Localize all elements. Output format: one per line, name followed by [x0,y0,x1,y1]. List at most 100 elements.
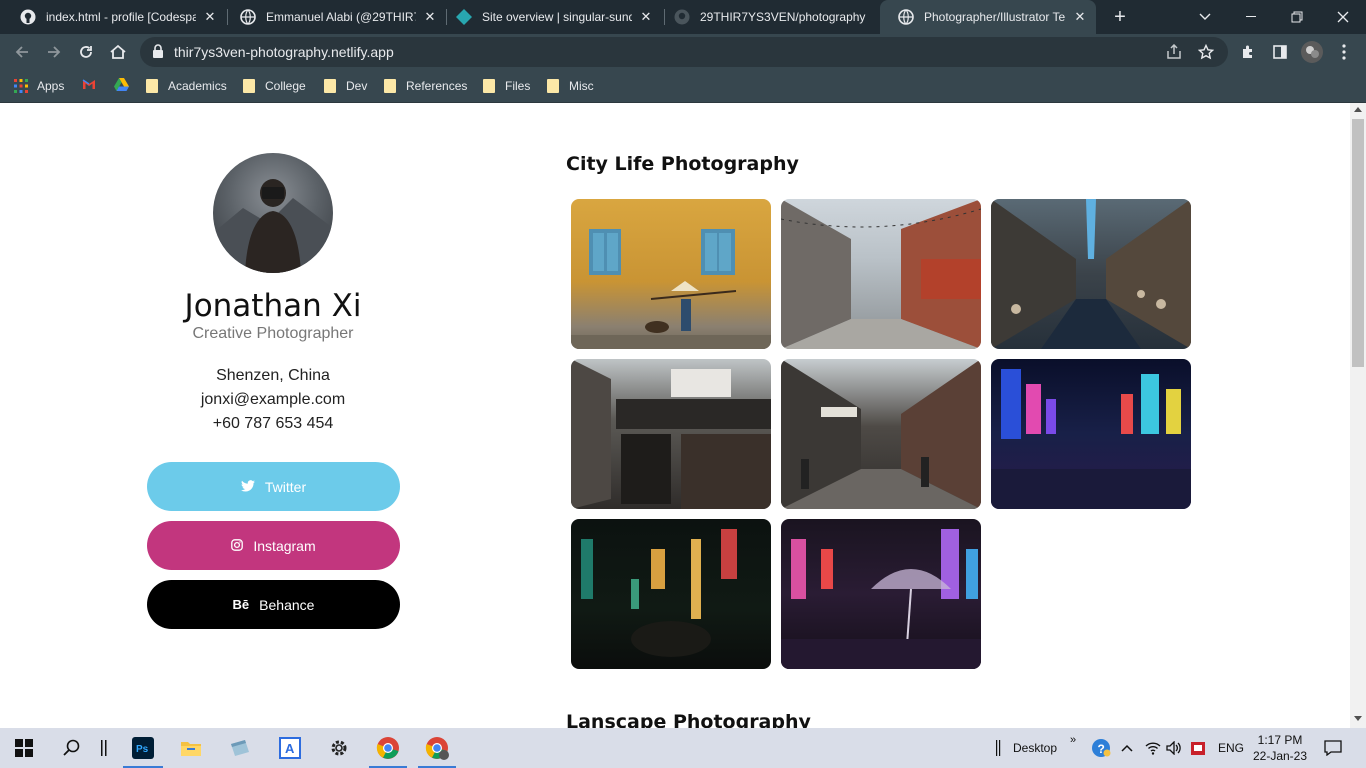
forward-button[interactable] [40,38,68,66]
globe-icon [240,9,256,25]
page-scrollbar[interactable] [1350,103,1366,728]
bookmark-label: Files [505,79,531,93]
gallery-photo[interactable] [991,359,1191,509]
back-button[interactable] [8,38,36,66]
bookmark-label: Misc [569,79,594,93]
typography-app-icon[interactable]: A [276,734,304,762]
apps-grid-icon [14,79,28,93]
windows-taskbar: Ps A Desktop » ? ENG 1:17 PM 22-Jan-23 [0,728,1366,768]
profile-email[interactable]: jonxi@example.com [140,391,406,409]
photoshop-icon[interactable]: Ps [129,734,157,762]
tab-title: Site overview | singular-sundae [482,10,632,24]
gallery-photo[interactable] [571,519,771,669]
clock[interactable]: 1:17 PM 22-Jan-23 [1252,728,1308,768]
folder-icon [384,79,396,93]
close-icon[interactable]: ✕ [1072,9,1088,25]
clock-date: 22-Jan-23 [1252,749,1308,763]
antivirus-icon[interactable] [1190,728,1206,768]
scroll-down-arrow-icon[interactable] [1354,716,1362,721]
bookmark-folder-college[interactable]: College [243,77,306,95]
gallery-photo[interactable] [991,199,1191,349]
lock-icon[interactable] [152,44,164,63]
help-icon[interactable]: ? [1091,728,1111,768]
bookmark-folder-references[interactable]: References [384,77,467,95]
menu-icon[interactable] [1330,38,1358,66]
url-text: thir7ys3ven-photography.netlify.app [174,44,394,60]
tab-title: index.html - profile [Codespaces] [46,10,196,24]
tab-twitter-profile[interactable]: Emmanuel Alabi (@29THIR7YS3VEN) ✕ [222,0,446,34]
instagram-button[interactable]: Instagram [147,521,400,570]
folder-icon [547,79,559,93]
wifi-icon[interactable] [1145,728,1161,768]
gallery-photo[interactable] [571,199,771,349]
search-icon[interactable] [58,734,86,762]
side-panel-icon[interactable] [1266,38,1294,66]
windows-start-icon[interactable] [10,734,38,762]
profile-avatar[interactable] [1298,38,1326,66]
profile-location: Shenzen, China [216,367,330,384]
chrome-icon[interactable] [374,734,402,762]
tab-github-repo[interactable]: 29THIR7YS3VEN/photography [656,0,880,34]
tab-search-icon[interactable] [1182,0,1228,34]
restore-button[interactable] [1274,0,1320,34]
gallery-photo[interactable] [781,519,981,669]
netlify-icon [456,9,472,25]
tab-codespaces[interactable]: index.html - profile [Codespaces] ✕ [2,0,226,34]
behance-icon: Bē [232,597,250,612]
gallery-photo[interactable] [781,199,981,349]
gallery-photo[interactable] [781,359,981,509]
bookmarks-bar: Apps Academics College Dev References Fi… [0,70,1366,103]
tab-title: 29THIR7YS3VEN/photography [700,10,866,24]
profile-phone[interactable]: +60 787 653 454 [140,415,406,433]
bookmark-folder-misc[interactable]: Misc [547,77,594,95]
bookmark-folder-dev[interactable]: Dev [324,77,367,95]
behance-button[interactable]: Bē Behance [147,580,400,629]
bookmark-star-icon[interactable] [1197,43,1215,65]
svg-text:A: A [285,741,295,756]
settings-gear-icon[interactable] [325,734,353,762]
bookmark-gmail[interactable] [82,77,96,95]
new-tab-button[interactable]: + [1108,5,1132,29]
twitter-button[interactable]: Twitter [147,462,400,511]
notifications-icon[interactable] [1324,728,1342,768]
close-icon[interactable]: ✕ [202,9,218,25]
extensions-icon[interactable] [1234,38,1262,66]
close-icon[interactable]: ✕ [422,9,438,25]
language-indicator[interactable]: ENG [1218,728,1244,768]
scroll-up-arrow-icon[interactable] [1354,107,1362,112]
instagram-label: Instagram [253,537,316,554]
gmail-icon [82,79,96,93]
volume-icon[interactable] [1166,728,1182,768]
desktop-toolbar-label[interactable]: Desktop [1013,728,1057,768]
task-view-icon[interactable] [90,734,118,762]
bookmark-folder-academics[interactable]: Academics [146,77,227,95]
home-button[interactable] [104,38,132,66]
tab-strip: index.html - profile [Codespaces] ✕ Emma… [0,0,1366,34]
file-explorer-icon[interactable] [177,734,205,762]
bookmark-label: References [406,79,468,93]
twitter-label: Twitter [264,478,307,495]
tab-netlify[interactable]: Site overview | singular-sundae ✕ [438,0,662,34]
scrollbar-thumb[interactable] [1352,119,1364,367]
close-window-button[interactable] [1320,0,1366,34]
bookmark-apps[interactable]: Apps [14,77,64,95]
bookmark-label: College [265,79,306,93]
bookmark-drive[interactable] [114,77,129,95]
reload-button[interactable] [72,38,100,66]
bookmark-label: Academics [168,79,227,93]
bookmark-label: Dev [346,79,368,93]
tab-photographer-template[interactable]: Photographer/Illustrator Template ✕ [880,0,1096,34]
close-icon[interactable]: ✕ [638,9,654,25]
notes-app-icon[interactable] [226,734,254,762]
share-icon[interactable] [1166,43,1182,65]
bookmark-folder-files[interactable]: Files [483,77,530,95]
folder-icon [483,79,495,93]
github-icon [674,9,690,25]
minimize-button[interactable] [1228,0,1274,34]
address-bar[interactable]: thir7ys3ven-photography.netlify.app [140,37,1228,67]
toolbar-overflow-icon[interactable]: » [1070,720,1076,760]
show-hidden-icons-chevron[interactable] [1121,728,1133,768]
chrome-profile-icon[interactable] [423,734,451,762]
tab-title: Photographer/Illustrator Template [924,10,1066,24]
gallery-photo[interactable] [571,359,771,509]
